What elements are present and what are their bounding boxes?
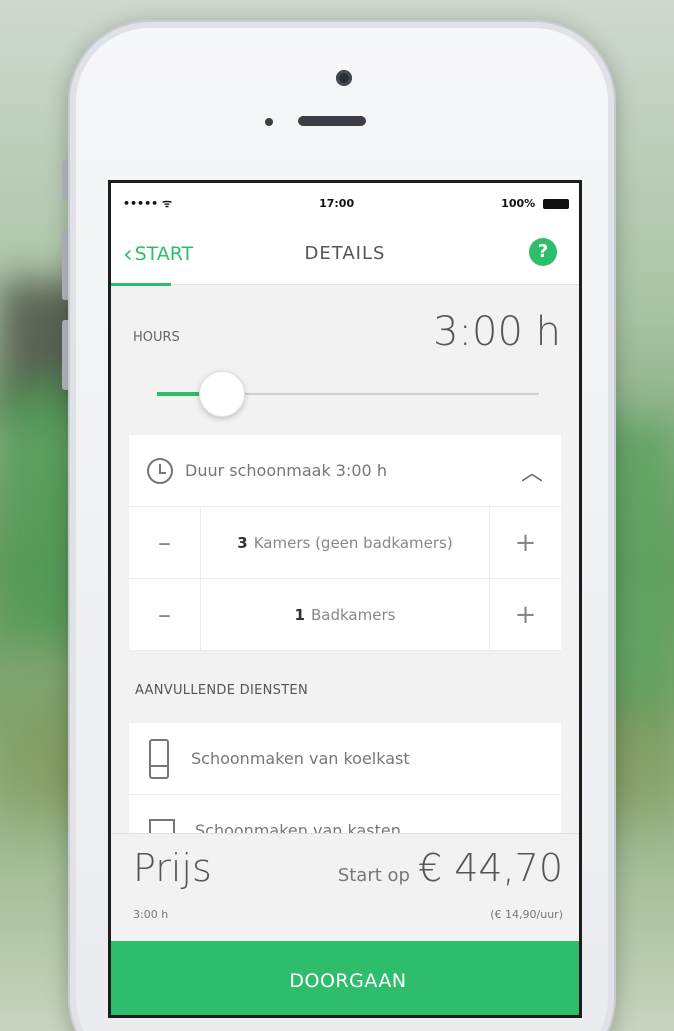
continue-button[interactable]: DOORGAAN	[111, 941, 579, 1015]
duration-label: Duur schoonmaak 3:00 h	[185, 461, 387, 480]
earpiece-speaker	[298, 116, 366, 126]
kamers-count: 3	[237, 533, 248, 552]
chevron-up-icon: ︿	[520, 460, 543, 486]
rooms-card: Duur schoonmaak 3:00 h ︿ – 3 Kamers (gee…	[129, 435, 561, 651]
fridge-icon	[149, 738, 169, 779]
app-screen: ••••• ᯤ 17:00 100% ‹ START DETAILS ? HOU…	[108, 180, 582, 1018]
price-duration: 3:00 h	[133, 908, 169, 921]
nav-bar: ‹ START DETAILS ?	[111, 223, 579, 286]
kamers-label: 3 Kamers (geen badkamers)	[201, 507, 489, 578]
badkamers-count: 1	[294, 605, 305, 624]
extras-section-title: AANVULLENDE DIENSTEN	[135, 683, 308, 698]
clock-icon	[147, 457, 173, 484]
price-total: Start op € 44,70	[338, 846, 563, 890]
price-start-prefix: Start op	[337, 865, 410, 886]
hours-row: HOURS 3:00 h	[111, 285, 579, 355]
front-camera	[336, 70, 352, 86]
battery-icon	[543, 198, 569, 209]
badkamers-minus-button[interactable]: –	[129, 579, 201, 650]
badkamers-stepper: – 1 Badkamers +	[129, 579, 561, 651]
kamers-text: Kamers (geen badkamers)	[253, 533, 453, 552]
slider-thumb[interactable]	[199, 371, 246, 417]
nav-progress-indicator	[111, 283, 171, 286]
kamers-minus-button[interactable]: –	[129, 507, 201, 578]
extra-item-label: Schoonmaken van koelkast	[191, 749, 410, 768]
signal-indicator: ••••• ᯤ	[123, 196, 173, 210]
back-label: START	[134, 242, 194, 265]
price-summary: Prijs 3:00 h Start op € 44,70 (€ 14,90/u…	[111, 833, 579, 943]
status-bar: ••••• ᯤ 17:00 100%	[111, 183, 579, 223]
duration-toggle[interactable]: Duur schoonmaak 3:00 h ︿	[129, 435, 561, 507]
kamers-plus-button[interactable]: +	[489, 507, 561, 578]
extra-item-fridge[interactable]: Schoonmaken van koelkast	[129, 723, 561, 795]
hours-label: HOURS	[133, 330, 180, 345]
price-hourly-rate: (€ 14,90/uur)	[490, 908, 563, 921]
status-time: 17:00	[319, 196, 355, 210]
price-amount: € 44,70	[417, 846, 563, 890]
badkamers-plus-button[interactable]: +	[489, 579, 561, 650]
badkamers-text: Badkamers	[310, 605, 396, 624]
help-button[interactable]: ?	[529, 238, 557, 266]
badkamers-label: 1 Badkamers	[201, 579, 489, 650]
kamers-stepper: – 3 Kamers (geen badkamers) +	[129, 507, 561, 579]
battery-indicator: 100%	[501, 197, 569, 210]
battery-percent: 100%	[501, 196, 536, 210]
proximity-sensor	[265, 118, 273, 126]
price-label: Prijs	[133, 846, 212, 890]
back-button[interactable]: ‹ START	[123, 242, 193, 266]
hours-value: 3:00 h	[433, 309, 561, 355]
hours-slider[interactable]	[157, 365, 539, 425]
chevron-left-icon: ‹	[123, 239, 133, 268]
